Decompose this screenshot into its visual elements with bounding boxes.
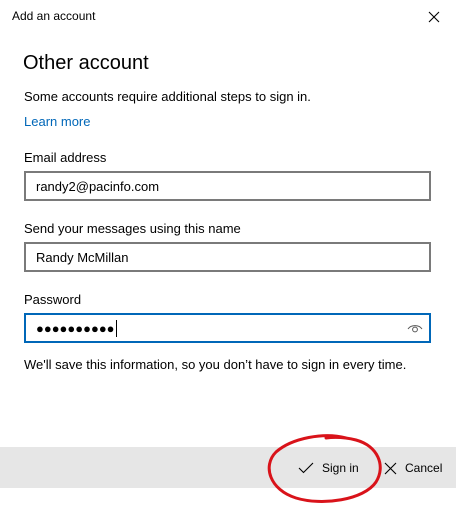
eye-icon — [407, 325, 423, 333]
learn-more-link[interactable]: Learn more — [24, 114, 90, 129]
text-caret — [115, 319, 117, 337]
password-field[interactable]: ●●●●●●●●●● — [24, 313, 431, 343]
checkmark-icon — [298, 462, 314, 474]
add-account-dialog: Add an account Other account Some accoun… — [0, 0, 456, 508]
close-button[interactable] — [422, 6, 446, 28]
display-name-field[interactable] — [36, 249, 406, 265]
info-text: Some accounts require additional steps t… — [24, 89, 311, 104]
password-value: ●●●●●●●●●● — [36, 320, 115, 336]
reveal-password-button[interactable] — [407, 321, 423, 335]
email-label: Email address — [24, 150, 107, 165]
cancel-label: Cancel — [405, 461, 443, 475]
footer-bar: Sign in Cancel — [0, 447, 456, 488]
email-field-box — [24, 171, 431, 201]
close-icon — [428, 11, 440, 23]
password-label: Password — [24, 292, 82, 307]
email-field[interactable] — [36, 178, 406, 194]
display-name-label: Send your messages using this name — [24, 221, 241, 236]
sign-in-label: Sign in — [322, 461, 359, 475]
page-title: Other account — [23, 52, 149, 74]
display-name-field-box — [24, 242, 431, 272]
sign-in-button[interactable]: Sign in — [298, 457, 359, 479]
window-title: Add an account — [12, 9, 96, 23]
password-mask: ●●●●●●●●●● — [36, 319, 117, 337]
save-info-note: We'll save this information, so you don’… — [24, 357, 407, 372]
title-bar: Add an account — [0, 0, 456, 34]
cancel-button[interactable]: Cancel — [384, 457, 442, 479]
x-icon — [384, 462, 397, 474]
